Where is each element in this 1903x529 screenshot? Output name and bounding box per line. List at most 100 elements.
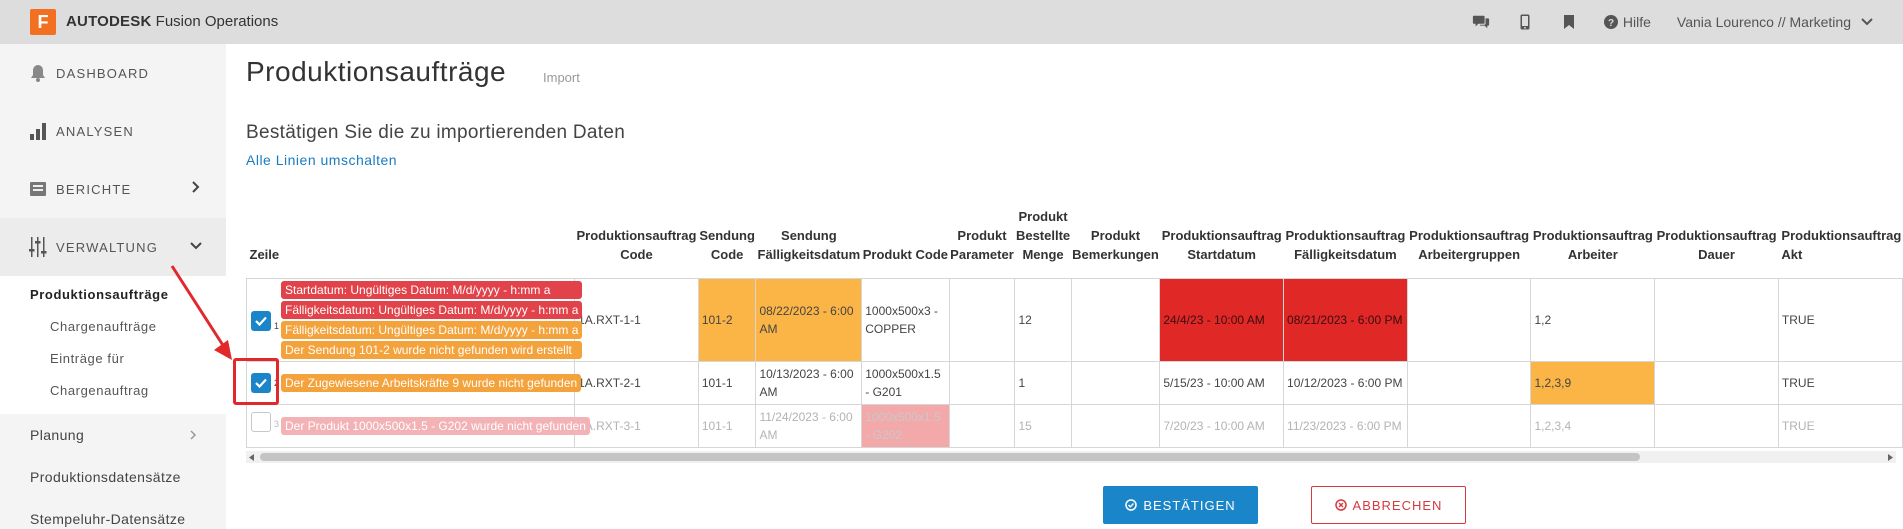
table-cell: 08/22/2023 - 6:00 AM <box>755 277 863 362</box>
table-cell: 1A.RXT-1-1 <box>574 277 699 362</box>
table-cell <box>1654 360 1779 405</box>
row-number: 3 <box>274 418 280 429</box>
row-status-cell: 2 Der Zugewiesene Arbeitskräfte 9 wurde … <box>246 360 582 405</box>
submenu-item-chargenauftraege[interactable]: Chargenaufträge <box>50 319 157 334</box>
row-errors: Der Produkt 1000x500x1.5 - G202 wurde ni… <box>281 416 590 435</box>
row-checkbox-1[interactable] <box>251 310 271 331</box>
sidebar-item-dashboard[interactable]: DASHBOARD <box>0 44 226 102</box>
table-cell: 1000x500x3 - COPPER <box>861 277 950 362</box>
submenu-item-chargenauftrag[interactable]: Chargenauftrag <box>50 383 149 398</box>
warning-badge: Der Zugewiesene Arbeitskräfte 9 wurde ni… <box>281 373 582 392</box>
column-header: Produktionsauftrag Akt <box>1781 227 1902 262</box>
table-cell: 101-1 <box>697 360 757 405</box>
table-cell: 08/21/2023 - 6:00 PM <box>1283 277 1408 362</box>
top-bar: F AUTODESK Fusion Operations ? Hilfe Van… <box>0 0 1903 44</box>
error-badge: Startdatum: Ungültiges Datum: M/d/yyyy -… <box>281 280 583 299</box>
cancel-button-label: ABBRECHEN <box>1352 497 1443 513</box>
row-status-cell: 3 Der Produkt 1000x500x1.5 - G202 wurde … <box>246 403 590 448</box>
table-cell: 15 <box>1014 403 1072 448</box>
table-cell <box>1654 277 1779 362</box>
sidebar-item-stempeluhr-datensaetze[interactable]: Stempeluhr-Datensätze <box>30 511 185 527</box>
help-link[interactable]: ? Hilfe <box>1603 14 1651 30</box>
row-errors: Der Zugewiesene Arbeitskräfte 9 wurde ni… <box>281 373 582 392</box>
table-cell: 11/23/2023 - 6:00 PM <box>1283 403 1408 448</box>
fusion-logo[interactable]: F <box>30 9 56 35</box>
bell-icon <box>28 63 48 83</box>
table-cell: 5/15/23 - 10:00 AM <box>1159 360 1285 405</box>
chevron-right-icon <box>192 181 200 193</box>
table-cell <box>1406 277 1532 362</box>
column-header: Produktionsauftrag Dauer <box>1656 227 1777 262</box>
column-header: Produktionsauftrag Code <box>576 227 697 262</box>
page-title: Produktionsaufträge <box>246 56 507 87</box>
confirm-heading: Bestätigen Sie die zu importierenden Dat… <box>246 122 626 143</box>
svg-text:?: ? <box>1608 18 1614 29</box>
column-header: Sendung Fälligkeitsdatum <box>757 227 861 262</box>
main-content: Produktionsaufträge Import Bestätigen Si… <box>226 44 1903 529</box>
table-cell: 11/24/2023 - 6:00 AM <box>755 403 863 448</box>
column-header: Produkt Bemerkungen <box>1072 227 1159 262</box>
table-cell: TRUE <box>1777 403 1903 448</box>
horizontal-scrollbar[interactable] <box>246 451 1896 463</box>
sidebar-item-label: DASHBOARD <box>56 65 150 81</box>
confirm-button-label: BESTÄTIGEN <box>1143 497 1236 513</box>
warning-badge: Fälligkeitsdatum: Ungültiges Datum: M/d/… <box>281 320 583 339</box>
warning-badge: Der Sendung 101-2 wurde nicht gefunden w… <box>281 340 583 359</box>
cancel-button[interactable]: ABBRECHEN <box>1311 486 1466 524</box>
table-row: 1 Startdatum: Ungültiges Datum: M/d/yyyy… <box>246 277 1903 362</box>
column-header: Produkt Parameter <box>950 227 1014 262</box>
chat-icon[interactable] <box>1472 13 1490 31</box>
sidebar-item-analysen[interactable]: ANALYSEN <box>0 102 226 160</box>
table-cell: TRUE <box>1777 277 1903 362</box>
error-badge: Der Produkt 1000x500x1.5 - G202 wurde ni… <box>281 416 590 435</box>
help-icon: ? <box>1603 15 1618 29</box>
table-cell <box>1406 403 1532 448</box>
table-cell <box>1406 360 1532 405</box>
mobile-icon[interactable] <box>1516 13 1534 31</box>
row-errors: Startdatum: Ungültiges Datum: M/d/yyyy -… <box>281 280 583 359</box>
chevron-right-icon <box>190 430 197 440</box>
sidebar-item-label: BERICHTE <box>56 181 132 197</box>
checkmark-icon <box>255 316 267 326</box>
annotation-arrow <box>170 265 232 360</box>
table-cell <box>948 360 1016 405</box>
confirm-button[interactable]: BESTÄTIGEN <box>1103 486 1258 524</box>
table-row: 3 Der Produkt 1000x500x1.5 - G202 wurde … <box>246 403 1903 448</box>
table-cell: 1,2,3,4 <box>1530 403 1656 448</box>
table-cell: 12 <box>1014 277 1072 362</box>
page-subtitle: Import <box>543 70 580 85</box>
user-menu[interactable]: Vania Lourenco // Marketing <box>1677 14 1873 30</box>
table-cell: 1A.RXT-2-1 <box>574 360 699 405</box>
chevron-down-icon <box>1861 18 1873 26</box>
table-cell: 1,2 <box>1530 277 1656 362</box>
app-title-product: Fusion Operations <box>151 13 279 30</box>
table-cell <box>1070 360 1161 405</box>
bookmark-icon[interactable] <box>1560 13 1578 31</box>
sidebar-item-berichte[interactable]: BERICHTE <box>0 160 226 218</box>
table-cell: TRUE <box>1777 360 1903 405</box>
toggle-all-lines-link[interactable]: Alle Linien umschalten <box>246 152 397 168</box>
sidebar-item-produktionsdatensaetze[interactable]: Produktionsdatensätze <box>30 469 181 485</box>
sidebar-item-planung[interactable]: Planung <box>30 427 84 443</box>
column-header: Zeile <box>249 246 280 262</box>
import-table-wrapper: Zeile Produktionsauftrag Code Sendung Co… <box>246 180 1903 464</box>
scroll-thumb[interactable] <box>260 453 1640 461</box>
app-title-brand: AUTODESK <box>66 13 152 30</box>
table-cell: 1000x500x1.5 - G202 <box>861 403 950 448</box>
sidebar-item-label: VERWALTUNG <box>56 239 159 255</box>
table-cell: 101-2 <box>697 277 757 362</box>
table-cell <box>948 277 1016 362</box>
submenu-item-produktionsauftraege[interactable]: Produktionsaufträge <box>30 287 169 302</box>
column-header: Produkt Code <box>862 246 948 262</box>
table-header-row: Zeile Produktionsauftrag Code Sendung Co… <box>247 180 1903 278</box>
submenu-item-eintraege-fuer[interactable]: Einträge für <box>50 351 124 366</box>
row-status-cell: 1 Startdatum: Ungültiges Datum: M/d/yyyy… <box>246 277 583 362</box>
table-cell <box>948 403 1016 448</box>
table-cell: 10/13/2023 - 6:00 AM <box>755 360 863 405</box>
row-checkbox-3[interactable] <box>251 411 271 432</box>
top-right-actions: ? Hilfe Vania Lourenco // Marketing <box>1472 0 1873 44</box>
row-number: 1 <box>274 320 280 331</box>
app-title: AUTODESK Fusion Operations <box>66 13 278 30</box>
column-header: Sendung Code <box>699 227 755 262</box>
check-circle-icon <box>1125 499 1138 511</box>
